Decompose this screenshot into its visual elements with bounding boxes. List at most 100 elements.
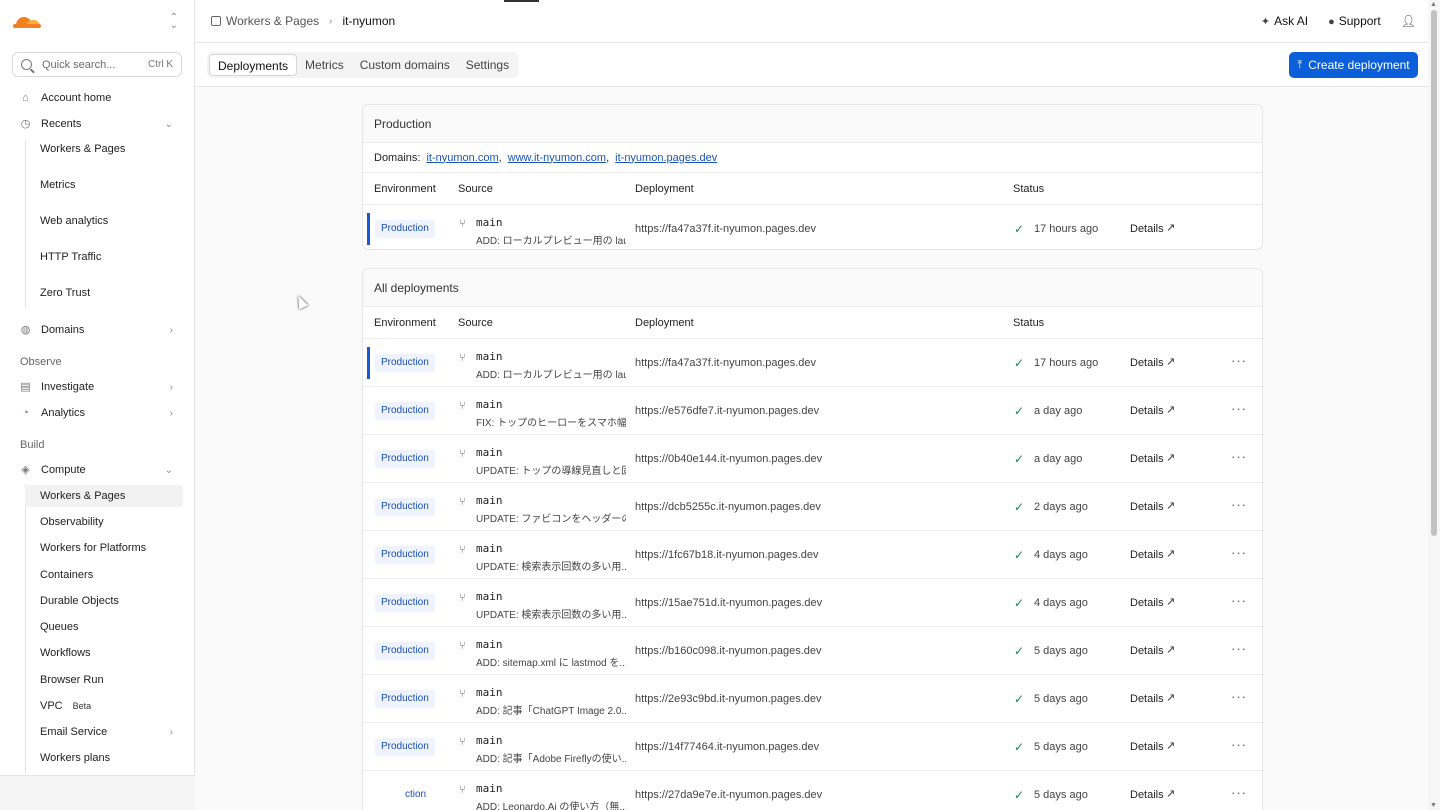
- ask-ai-button[interactable]: ✦ Ask AI: [1261, 14, 1308, 28]
- external-link-icon[interactable]: ↗: [1166, 787, 1175, 800]
- scroll-down-icon[interactable]: ▼: [1430, 802, 1437, 809]
- external-link-icon[interactable]: ↗: [1166, 355, 1175, 368]
- cloudflare-logo[interactable]: [12, 14, 42, 30]
- nav-analytics[interactable]: ◔ Analytics ›: [0, 401, 195, 425]
- compute-item-workers-pages[interactable]: Workers & Pages: [25, 485, 183, 507]
- nav-investigate[interactable]: ▤ Investigate ›: [0, 375, 195, 399]
- scrollbar-thumb[interactable]: [1431, 10, 1437, 536]
- details-link[interactable]: Details: [1130, 223, 1164, 235]
- nav-compute[interactable]: ◈ Compute ⌄: [0, 458, 195, 482]
- table-row[interactable]: Production ⑂ main FIX: トップのヒーローをスマホ幅でコン... h…: [363, 387, 1262, 435]
- deployment-url[interactable]: https://2e93c9bd.it-nyumon.pages.dev: [635, 693, 822, 705]
- table-row[interactable]: Production ⑂ main ADD: 記事「Adobe Fireflyの使い.…: [363, 723, 1262, 771]
- more-options-icon[interactable]: ···: [1231, 737, 1247, 752]
- account-switcher-icon[interactable]: ⌃ ⌄: [170, 12, 178, 30]
- table-row[interactable]: Production ⑂ main UPDATE: トップの導線見直しと固... htt…: [363, 435, 1262, 483]
- external-link-icon[interactable]: ↗: [1166, 403, 1175, 416]
- compute-item-durable-objects[interactable]: Durable Objects: [25, 590, 183, 612]
- more-options-icon[interactable]: ···: [1231, 449, 1247, 464]
- details-link[interactable]: Details: [1130, 357, 1164, 369]
- recent-item-metrics[interactable]: Metrics: [25, 174, 183, 196]
- compute-label: Workers plans: [40, 752, 111, 764]
- more-options-icon[interactable]: ···: [1231, 401, 1247, 416]
- branch-icon: ⑂: [459, 218, 466, 230]
- scroll-up-icon[interactable]: ▲: [1430, 1, 1437, 8]
- external-link-icon[interactable]: ↗: [1166, 643, 1175, 656]
- support-button[interactable]: ● Support: [1328, 14, 1381, 28]
- user-icon[interactable]: 👤︎: [1401, 14, 1416, 28]
- external-link-icon[interactable]: ↗: [1166, 595, 1175, 608]
- external-link-icon[interactable]: ↗: [1166, 499, 1175, 512]
- details-link[interactable]: Details: [1130, 741, 1164, 753]
- deployment-url[interactable]: https://dcb5255c.it-nyumon.pages.dev: [635, 501, 821, 513]
- compute-item-workers-for-platforms[interactable]: Workers for Platforms: [25, 537, 183, 559]
- nav-label: Recents: [41, 118, 82, 130]
- breadcrumb-section[interactable]: Workers & Pages: [226, 14, 319, 28]
- table-row[interactable]: Production ⑂ main ADD: ローカルプレビュー用の launc…: [363, 205, 1262, 249]
- external-link-icon[interactable]: ↗: [1166, 547, 1175, 560]
- deployment-url[interactable]: https://fa47a37f.it-nyumon.pages.dev: [635, 223, 816, 235]
- more-options-icon[interactable]: ···: [1231, 497, 1247, 512]
- deployment-url[interactable]: https://15ae751d.it-nyumon.pages.dev: [635, 597, 822, 609]
- more-options-icon[interactable]: ···: [1231, 593, 1247, 608]
- domain-link[interactable]: www.it-nyumon.com: [508, 152, 606, 164]
- quick-search-input[interactable]: Quick search... Ctrl K: [12, 52, 182, 77]
- more-options-icon[interactable]: ···: [1231, 353, 1247, 368]
- deployment-url[interactable]: https://0b40e144.it-nyumon.pages.dev: [635, 453, 822, 465]
- table-row[interactable]: ction ⑂ main ADD: Leonardo.Ai の使い方（無... http…: [363, 771, 1262, 810]
- domain-link[interactable]: it-nyumon.com: [426, 152, 498, 164]
- details-link[interactable]: Details: [1130, 645, 1164, 657]
- compute-item-email-service[interactable]: Email Service ›: [25, 721, 183, 743]
- compute-item-workers-plans[interactable]: Workers plans: [25, 747, 183, 769]
- deployment-url[interactable]: https://e576dfe7.it-nyumon.pages.dev: [635, 405, 819, 417]
- nav-recents[interactable]: ◷ Recents ⌄: [0, 112, 195, 136]
- details-link[interactable]: Details: [1130, 549, 1164, 561]
- more-options-icon[interactable]: ···: [1231, 689, 1247, 704]
- external-link-icon[interactable]: ↗: [1166, 739, 1175, 752]
- table-row[interactable]: Production ⑂ main ADD: sitemap.xml に lastmo…: [363, 627, 1262, 675]
- table-row[interactable]: Production ⑂ main UPDATE: 検索表示回数の多い用... http…: [363, 579, 1262, 627]
- details-link[interactable]: Details: [1130, 789, 1164, 801]
- recent-item-web-analytics[interactable]: Web analytics: [25, 210, 183, 232]
- deployment-url[interactable]: https://b160c098.it-nyumon.pages.dev: [635, 645, 822, 657]
- deployment-url[interactable]: https://14f77464.it-nyumon.pages.dev: [635, 741, 819, 753]
- deployment-url[interactable]: https://1fc67b18.it-nyumon.pages.dev: [635, 549, 818, 561]
- compute-item-observability[interactable]: Observability: [25, 511, 183, 533]
- recent-item-zero-trust[interactable]: Zero Trust: [25, 282, 183, 304]
- tab-deployments[interactable]: Deployments: [209, 54, 298, 76]
- details-link[interactable]: Details: [1130, 453, 1164, 465]
- details-link[interactable]: Details: [1130, 405, 1164, 417]
- details-link[interactable]: Details: [1130, 693, 1164, 705]
- compute-item-containers[interactable]: Containers: [25, 564, 183, 586]
- tab-custom-domains[interactable]: Custom domains: [352, 54, 458, 76]
- external-link-icon[interactable]: ↗: [1166, 691, 1175, 704]
- external-link-icon[interactable]: ↗: [1166, 451, 1175, 464]
- recent-item-workers-pages[interactable]: Workers & Pages: [25, 138, 183, 160]
- scrollbar[interactable]: ▲ ▼: [1428, 0, 1440, 810]
- compute-item-workflows[interactable]: Workflows: [25, 642, 183, 664]
- deployment-url[interactable]: https://fa47a37f.it-nyumon.pages.dev: [635, 357, 816, 369]
- tab-settings[interactable]: Settings: [458, 54, 517, 76]
- more-options-icon[interactable]: ···: [1231, 545, 1247, 560]
- domain-link[interactable]: it-nyumon.pages.dev: [615, 152, 717, 164]
- create-deployment-button[interactable]: ⤒ Create deployment: [1289, 52, 1418, 78]
- tab-metrics[interactable]: Metrics: [297, 54, 352, 76]
- more-options-icon[interactable]: ···: [1231, 785, 1247, 800]
- compute-label: Workflows: [40, 647, 91, 659]
- nav-domains[interactable]: ◍ Domains ›: [0, 318, 195, 342]
- compute-item-vpc[interactable]: VPC Beta: [25, 695, 183, 717]
- nav-account-home[interactable]: ⌂ Account home: [0, 86, 195, 110]
- compute-item-queues[interactable]: Queues: [25, 616, 183, 638]
- table-row[interactable]: Production ⑂ main UPDATE: 検索表示回数の多い用... http…: [363, 531, 1262, 579]
- compute-item-browser-run[interactable]: Browser Run: [25, 669, 183, 691]
- details-link[interactable]: Details: [1130, 501, 1164, 513]
- table-row[interactable]: Production ⑂ main ADD: ローカルプレビュー用の launch..…: [363, 339, 1262, 387]
- recent-item-http-traffic[interactable]: HTTP Traffic: [25, 246, 183, 268]
- details-link[interactable]: Details: [1130, 597, 1164, 609]
- branch-name: main: [476, 398, 503, 411]
- more-options-icon[interactable]: ···: [1231, 641, 1247, 656]
- deployment-url[interactable]: https://27da9e7e.it-nyumon.pages.dev: [635, 789, 822, 801]
- table-row[interactable]: Production ⑂ main ADD: 記事「ChatGPT Image 2.0…: [363, 675, 1262, 723]
- external-link-icon[interactable]: ↗: [1166, 221, 1175, 234]
- table-row[interactable]: Production ⑂ main UPDATE: ファビコンをヘッダーの路線... h…: [363, 483, 1262, 531]
